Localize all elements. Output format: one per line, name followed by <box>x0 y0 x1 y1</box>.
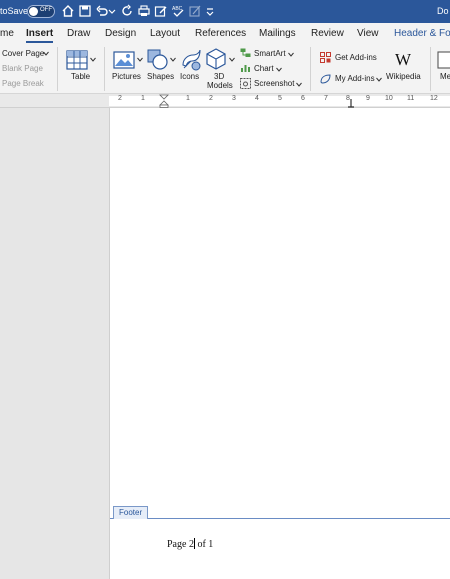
undo-icon[interactable] <box>95 4 109 18</box>
tab-references[interactable]: References <box>195 28 246 39</box>
footer-text-total: of 1 <box>197 539 214 550</box>
my-addins-icon[interactable] <box>320 73 331 84</box>
tab-review[interactable]: Review <box>311 28 344 39</box>
ruler-number: 1 <box>186 95 190 102</box>
save-icon[interactable] <box>78 4 92 18</box>
document-page[interactable]: Footer Page 2 of 1 <box>109 108 450 579</box>
tab-stop-marker-icon[interactable] <box>348 98 354 108</box>
my-addins-button[interactable]: My Add-ins <box>335 74 375 83</box>
ruler-number: 4 <box>255 95 259 102</box>
cover-page-dropdown-icon[interactable] <box>43 51 49 56</box>
table-dropdown-icon[interactable] <box>90 57 96 62</box>
3d-models-label-line2: Models <box>207 81 233 90</box>
wikipedia-label: Wikipedia <box>386 72 421 81</box>
ruler-number: 1 <box>141 95 145 102</box>
ruler-number: 9 <box>366 95 370 102</box>
document-canvas[interactable]: Footer Page 2 of 1 <box>0 108 450 579</box>
ruler-number: 10 <box>385 95 393 102</box>
wikipedia-icon[interactable]: W <box>392 50 414 68</box>
ruler-number: 2 <box>209 95 213 102</box>
tab-layout[interactable]: Layout <box>150 28 180 39</box>
table-icon[interactable] <box>66 50 88 70</box>
draw-table-icon[interactable] <box>188 4 202 18</box>
title-bar: toSave OFF ABC Do <box>0 0 450 23</box>
screenshot-icon[interactable] <box>240 78 251 89</box>
tab-insert[interactable]: Insert <box>26 28 54 43</box>
table-label: Table <box>71 72 91 81</box>
smartart-button[interactable]: SmartArt <box>254 49 286 58</box>
footer-boundary <box>110 518 450 519</box>
ruler-number: 3 <box>232 95 236 102</box>
spelling-icon[interactable]: ABC <box>171 4 185 18</box>
shapes-icon[interactable] <box>147 49 169 71</box>
review-edit-icon[interactable] <box>154 4 168 18</box>
tab-draw[interactable]: Draw <box>67 28 90 39</box>
autosave-toggle[interactable]: OFF <box>27 5 55 18</box>
media-label: Me <box>440 72 450 81</box>
icons-label: Icons <box>180 72 200 81</box>
ruler-number: 5 <box>278 95 282 102</box>
tab-mailings[interactable]: Mailings <box>259 28 296 39</box>
ribbon-separator <box>430 47 431 91</box>
undo-dropdown-icon[interactable] <box>108 4 116 18</box>
chart-dropdown-icon[interactable] <box>276 67 282 72</box>
horizontal-ruler[interactable]: 2 1 1 2 3 4 5 6 7 8 9 10 11 12 <box>0 94 450 108</box>
shapes-dropdown-icon[interactable] <box>170 57 176 62</box>
document-title: Do <box>437 6 449 16</box>
media-icon[interactable] <box>437 51 450 69</box>
redo-icon[interactable] <box>120 4 134 18</box>
screenshot-dropdown-icon[interactable] <box>296 82 302 87</box>
get-addins-icon[interactable] <box>320 52 331 63</box>
ruler-number: 7 <box>324 95 328 102</box>
ribbon-separator <box>57 47 58 91</box>
footer-text-page: Page 2 <box>167 539 194 550</box>
tab-view[interactable]: View <box>357 28 379 39</box>
chart-icon[interactable] <box>240 63 251 73</box>
customize-toolbar-icon[interactable] <box>206 4 214 18</box>
ruler-number: 2 <box>118 95 122 102</box>
blank-page-button[interactable]: Blank Page <box>2 64 43 73</box>
pictures-dropdown-icon[interactable] <box>137 57 143 62</box>
3d-models-dropdown-icon[interactable] <box>229 57 235 62</box>
my-addins-dropdown-icon[interactable] <box>376 77 382 82</box>
toggle-state: OFF <box>40 7 52 13</box>
ruler-number: 11 <box>407 95 415 102</box>
svg-text:W: W <box>395 50 412 68</box>
ruler-number: 6 <box>301 95 305 102</box>
3d-models-icon[interactable] <box>206 48 226 70</box>
page-break-button[interactable]: Page Break <box>2 79 44 88</box>
footer-tab[interactable]: Footer <box>113 506 149 519</box>
cover-page-button[interactable]: Cover Page <box>2 49 44 58</box>
insert-ribbon: Cover Page Blank Page Page Break Table P… <box>0 43 450 94</box>
indent-marker-icon[interactable] <box>159 94 169 108</box>
tab-home[interactable]: me <box>0 28 14 39</box>
toggle-knob <box>29 7 38 16</box>
footer-text[interactable]: Page 2 of 1 <box>167 538 213 550</box>
ribbon-tabs: me Insert Draw Design Layout References … <box>0 23 450 43</box>
smartart-icon[interactable] <box>240 48 251 58</box>
ruler-number: 12 <box>430 95 438 102</box>
icons-icon[interactable] <box>180 49 202 71</box>
autosave-label: toSave <box>0 6 29 16</box>
ribbon-separator <box>104 47 105 91</box>
pictures-icon[interactable] <box>113 51 135 69</box>
3d-models-label-line1: 3D <box>214 72 225 81</box>
tab-header-footer[interactable]: Header & Foo <box>394 28 450 39</box>
shapes-label: Shapes <box>147 72 175 81</box>
tab-design[interactable]: Design <box>105 28 136 39</box>
get-addins-button[interactable]: Get Add-ins <box>335 53 377 62</box>
smartart-dropdown-icon[interactable] <box>288 52 294 57</box>
print-icon[interactable] <box>137 4 151 18</box>
chart-button[interactable]: Chart <box>254 64 274 73</box>
ribbon-separator <box>310 47 311 91</box>
screenshot-button[interactable]: Screenshot <box>254 79 294 88</box>
pictures-label: Pictures <box>112 72 141 81</box>
home-icon[interactable] <box>61 4 75 18</box>
